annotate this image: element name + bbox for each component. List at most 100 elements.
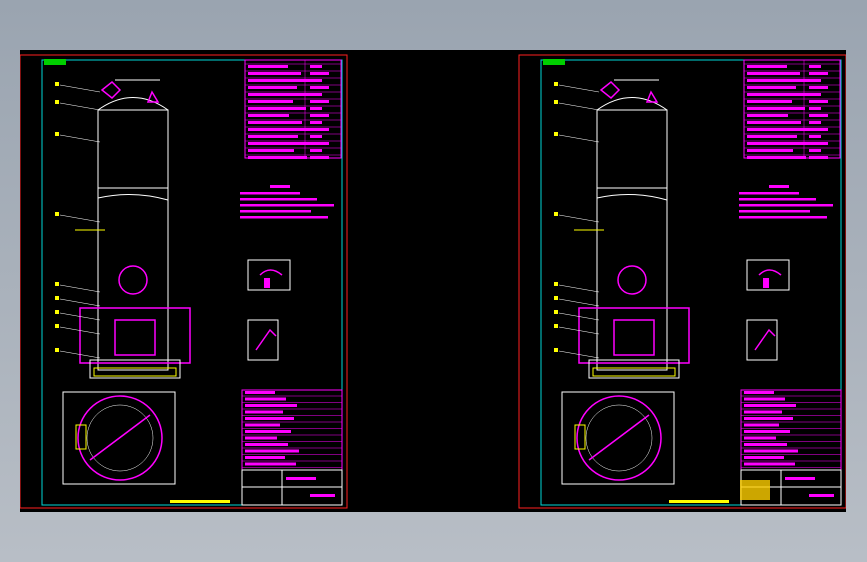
notes-line: [739, 198, 816, 201]
callout-marker: [554, 296, 558, 300]
callout-marker: [55, 132, 59, 136]
table-text: [310, 93, 322, 96]
table-text: [809, 135, 821, 138]
table-text: [248, 65, 288, 68]
weld-seam: [97, 193, 169, 201]
table-text: [744, 456, 784, 459]
notes-line: [739, 192, 799, 195]
table-text: [248, 135, 298, 138]
table-text: [744, 423, 779, 427]
table-text: [809, 107, 821, 110]
callout-marker: [55, 348, 59, 352]
table-text: [245, 443, 288, 446]
table-text: [248, 79, 314, 82]
leader-line: [59, 134, 101, 143]
table-text: [310, 156, 329, 159]
table-text: [744, 391, 774, 394]
table-text: [744, 449, 798, 453]
title-text: [310, 494, 335, 497]
notes-line: [240, 192, 300, 195]
table-text: [747, 93, 809, 96]
table-text: [744, 462, 795, 466]
table-text: [809, 65, 821, 68]
notes-line: [240, 216, 328, 219]
detail-arc: [758, 269, 782, 276]
table-text: [248, 107, 306, 110]
table-text: [245, 397, 286, 401]
nozzle: [599, 80, 621, 100]
table-text: [809, 142, 828, 145]
vessel-shell: [97, 109, 169, 371]
table-text: [747, 142, 810, 145]
table-text: [310, 65, 322, 68]
leader-line: [59, 284, 101, 293]
callout-marker: [554, 82, 558, 86]
detail-weld: [763, 278, 769, 288]
table-text: [310, 149, 322, 152]
table-text: [747, 135, 797, 138]
vessel-shell: [596, 109, 668, 371]
notes-line: [240, 210, 311, 213]
title-text: [785, 477, 815, 480]
table-text: [809, 149, 821, 152]
table-text: [310, 86, 329, 89]
base-plate: [93, 367, 177, 377]
nozzle-table: [740, 389, 842, 471]
cad-viewport[interactable]: [20, 50, 846, 512]
leader-line: [59, 298, 101, 307]
title-tag: [44, 59, 66, 65]
callout-marker: [554, 310, 558, 314]
table-text: [245, 430, 291, 433]
table-text: [248, 121, 302, 124]
scale-bar: [669, 500, 729, 503]
table-text: [809, 100, 828, 103]
table-text: [248, 156, 307, 159]
callout-marker: [554, 324, 558, 328]
notes-line: [240, 204, 334, 207]
table-text: [809, 156, 828, 159]
left-sheet: [20, 54, 348, 509]
table-text: [747, 121, 801, 124]
table-text: [310, 121, 322, 124]
table-text: [245, 417, 294, 420]
table-text: [245, 410, 283, 414]
inner-box: [613, 319, 655, 356]
spec-table: [244, 59, 342, 159]
leader-line: [558, 84, 600, 93]
table-text: [248, 149, 294, 152]
table-text: [809, 93, 821, 96]
drawing-canvas[interactable]: [20, 50, 846, 512]
callout-marker: [55, 100, 59, 104]
table-text: [248, 142, 311, 145]
callout-marker: [554, 348, 558, 352]
table-text: [744, 404, 796, 407]
table-text: [310, 72, 329, 75]
table-text: [747, 86, 796, 89]
weld-seam: [596, 193, 668, 201]
vessel-head: [596, 97, 668, 111]
selected-block: [740, 480, 770, 500]
table-text: [310, 142, 329, 145]
table-text: [744, 417, 793, 420]
leader-line: [558, 214, 600, 223]
title-block: [241, 469, 343, 506]
table-text: [747, 114, 788, 117]
table-text: [245, 456, 285, 459]
table-text: [310, 128, 329, 131]
table-text: [747, 65, 787, 68]
callout-marker: [554, 212, 558, 216]
detail-weld: [255, 328, 277, 351]
notes-line: [739, 216, 827, 219]
detail-weld: [754, 328, 776, 351]
table-text: [744, 397, 785, 401]
detail-weld: [264, 278, 270, 288]
table-text: [747, 149, 793, 152]
callout-marker: [55, 82, 59, 86]
base-plate: [592, 367, 676, 377]
callout-marker: [554, 132, 558, 136]
table-text: [248, 72, 301, 75]
table-text: [310, 135, 322, 138]
leader-line: [59, 84, 101, 93]
leader-line: [59, 102, 101, 111]
spec-table: [743, 59, 841, 159]
